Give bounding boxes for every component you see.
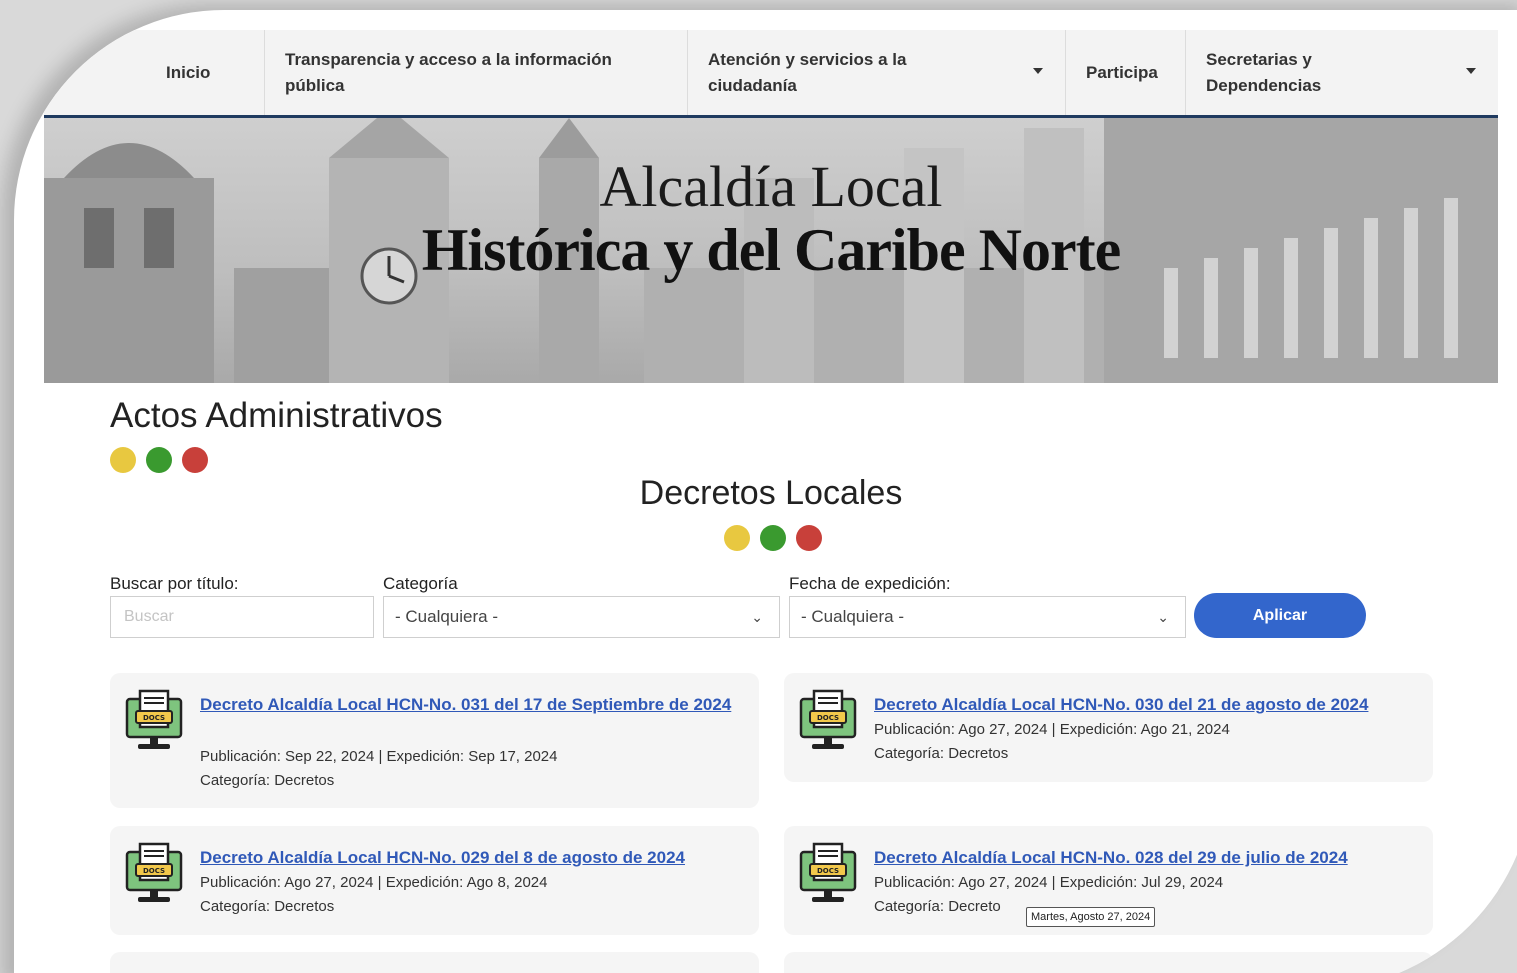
nav-item-secretarias[interactable]: Secretarias y Dependencias: [1186, 30, 1498, 115]
section-subtitle: Decretos Locales: [639, 474, 903, 512]
search-label: Buscar por título:: [110, 574, 239, 593]
color-dots: [110, 447, 208, 473]
category-label: Categoría: [383, 574, 458, 593]
color-dots: [724, 525, 822, 551]
decree-dates: Publicación: Ago 27, 2024 | Expedición: …: [200, 874, 548, 891]
date-tooltip: Martes, Agosto 27, 2024: [1026, 907, 1156, 927]
category-select-value: - Cualquiera -: [395, 607, 498, 626]
search-input[interactable]: [110, 596, 374, 638]
decree-dates: Publicación: Sep 22, 2024 | Expedición: …: [200, 748, 558, 765]
decree-category: Categoría: Decretos: [874, 745, 1009, 762]
main-nav: Inicio Transparencia y acceso a la infor…: [44, 30, 1498, 118]
hero-title-line1: Alcaldía Local: [599, 154, 943, 219]
date-label: Fecha de expedición:: [789, 574, 951, 593]
decree-category: Categoría: Decretos: [200, 772, 335, 789]
svg-text:DOCS: DOCS: [143, 867, 165, 875]
decree-title-link[interactable]: Decreto Alcaldía Local HCN-No. 029 del 8…: [200, 844, 735, 871]
nav-item-label: Participa: [1086, 62, 1158, 82]
red-dot-icon: [182, 447, 208, 473]
decree-title-link[interactable]: Decreto Alcaldía Local HCN-No. 028 del 2…: [874, 844, 1409, 871]
decree-card-partial: [784, 952, 1433, 973]
nav-item-inicio[interactable]: Inicio: [44, 30, 265, 115]
docs-monitor-icon: DOCS: [799, 689, 857, 749]
nav-item-transparencia[interactable]: Transparencia y acceso a la información …: [265, 30, 688, 115]
chevron-down-icon: [1466, 68, 1476, 74]
chevron-down-icon: ⌄: [751, 609, 763, 625]
svg-text:DOCS: DOCS: [817, 867, 839, 875]
chevron-down-icon: [1033, 68, 1043, 74]
page-title: Actos Administrativos: [110, 396, 443, 435]
hero-banner: Alcaldía Local Histórica y del Caribe No…: [44, 118, 1498, 383]
svg-text:DOCS: DOCS: [817, 714, 839, 722]
svg-text:DOCS: DOCS: [143, 714, 165, 722]
decree-dates: Publicación: Ago 27, 2024 | Expedición: …: [874, 874, 1224, 891]
nav-item-atencion[interactable]: Atención y servicios a la ciudadanía: [688, 30, 1066, 115]
docs-monitor-icon: DOCS: [799, 842, 857, 902]
docs-monitor-icon: DOCS: [125, 689, 183, 749]
nav-item-label: Inicio: [166, 62, 211, 82]
decree-card-partial: [110, 952, 759, 973]
decree-title-link[interactable]: Decreto Alcaldía Local HCN-No. 031 del 1…: [200, 691, 735, 718]
docs-monitor-icon: DOCS: [125, 842, 183, 902]
date-select-value: - Cualquiera -: [801, 607, 904, 626]
nav-item-label: Atención y servicios a la ciudadanía: [708, 49, 907, 95]
category-select[interactable]: - Cualquiera - ⌄: [383, 596, 780, 638]
screenshot-frame: Inicio Transparencia y acceso a la infor…: [14, 10, 1517, 973]
nav-item-label: Transparencia y acceso a la información …: [285, 49, 612, 95]
nav-item-participa[interactable]: Participa: [1066, 30, 1186, 115]
decree-card: DOCS Decreto Alcaldía Local HCN-No. 029 …: [110, 826, 759, 935]
red-dot-icon: [796, 525, 822, 551]
date-select[interactable]: - Cualquiera - ⌄: [789, 596, 1186, 638]
chevron-down-icon: ⌄: [1157, 609, 1169, 625]
hero-title-line2: Histórica y del Caribe Norte: [421, 217, 1121, 283]
page: Inicio Transparencia y acceso a la infor…: [44, 30, 1498, 973]
decree-dates: Publicación: Ago 27, 2024 | Expedición: …: [874, 721, 1230, 738]
yellow-dot-icon: [110, 447, 136, 473]
decree-category: Categoría: Decreto: [874, 898, 1001, 915]
nav-item-label: Secretarias y Dependencias: [1206, 49, 1322, 95]
green-dot-icon: [146, 447, 172, 473]
decree-card: DOCS Decreto Alcaldía Local HCN-No. 031 …: [110, 673, 759, 808]
decree-title-link[interactable]: Decreto Alcaldía Local HCN-No. 030 del 2…: [874, 691, 1409, 718]
yellow-dot-icon: [724, 525, 750, 551]
decree-card: DOCS Decreto Alcaldía Local HCN-No. 030 …: [784, 673, 1433, 782]
apply-button[interactable]: Aplicar: [1194, 593, 1366, 638]
decree-category: Categoría: Decretos: [200, 898, 335, 915]
green-dot-icon: [760, 525, 786, 551]
